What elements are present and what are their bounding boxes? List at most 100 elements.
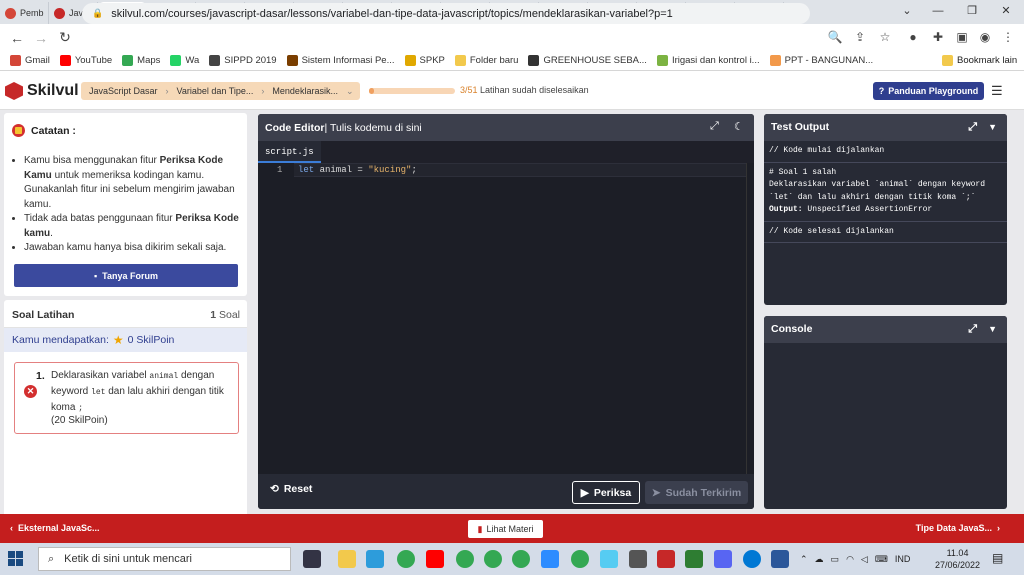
- puzzle-icon[interactable]: ✚: [929, 28, 947, 46]
- breadcrumb-lesson[interactable]: Variabel dan Tipe...: [169, 86, 262, 96]
- prev-lesson-link[interactable]: ‹ Eksternal JavaSc...: [10, 523, 100, 533]
- edge-icon[interactable]: [743, 550, 761, 568]
- chrome-icon[interactable]: [397, 550, 415, 568]
- playground-guide-button[interactable]: ? Panduan Playground: [873, 82, 984, 100]
- battery-icon[interactable]: ▭: [831, 554, 840, 565]
- bookmark-item[interactable]: YouTube: [59, 55, 112, 66]
- chat-icon: ▪: [93, 270, 98, 281]
- question-item[interactable]: ✕ 1. Deklarasikan variabel animal dengan…: [14, 362, 239, 434]
- bookmark-item[interactable]: GREENHOUSE SEBA...: [528, 55, 647, 66]
- bookmark-item[interactable]: Irigasi dan kontrol i...: [656, 55, 760, 66]
- code-identifier: animal =: [314, 165, 369, 175]
- skilvul-logo[interactable]: Skilvul: [5, 82, 79, 100]
- share-icon[interactable]: ⇪: [851, 28, 869, 46]
- system-tray: ⌃ ☁ ▭ ◠ ◁ ⌨ IND: [800, 543, 910, 575]
- bookmark-item[interactable]: Maps: [122, 55, 160, 66]
- expand-icon[interactable]: ⤢: [710, 120, 719, 133]
- volume-icon[interactable]: ◁: [861, 554, 868, 565]
- dark-mode-icon[interactable]: ☾: [734, 120, 744, 133]
- windows-start-icon[interactable]: [8, 551, 24, 567]
- language-indicator[interactable]: IND: [895, 554, 911, 564]
- chrome-icon-3[interactable]: [484, 550, 502, 568]
- expand-icon[interactable]: ⤢: [968, 316, 977, 343]
- bookmark-item[interactable]: SPKP: [404, 55, 445, 66]
- url-text[interactable]: skilvul.com/courses/javascript-dasar/les…: [111, 8, 673, 20]
- breadcrumb-topic[interactable]: Mendeklarasik...: [264, 86, 346, 96]
- clock[interactable]: 11.04 27/06/2022: [935, 547, 980, 571]
- extension-icon[interactable]: ●: [904, 28, 922, 46]
- code-input-area[interactable]: 1 let animal = "kucing";: [258, 163, 754, 474]
- discord-icon[interactable]: [714, 550, 732, 568]
- network-icon[interactable]: ◠: [846, 554, 854, 565]
- caret-down-icon[interactable]: ▼: [988, 114, 997, 141]
- reload-icon[interactable]: ↻: [53, 29, 77, 46]
- address-bar[interactable]: 🔒 skilvul.com/courses/javascript-dasar/l…: [82, 3, 810, 24]
- bookmark-favicon-icon: [528, 55, 540, 66]
- bookmark-favicon-icon: [286, 55, 298, 66]
- tab-label: Pemb: [20, 8, 44, 18]
- cloud-icon[interactable]: ☁: [815, 554, 824, 565]
- progress-fill: [369, 88, 375, 94]
- youtube-icon[interactable]: [426, 550, 444, 568]
- chevron-down-icon[interactable]: ⌄: [346, 86, 360, 97]
- bookmark-other[interactable]: Bookmark lain: [942, 55, 1017, 66]
- bookmark-item[interactable]: SIPPD 2019: [209, 55, 277, 66]
- editor-scrollbar[interactable]: [746, 163, 754, 474]
- check-code-button[interactable]: ▶ Periksa: [572, 481, 640, 504]
- zoom-app-icon[interactable]: [541, 550, 559, 568]
- hamburger-menu-icon[interactable]: ☰: [991, 83, 1003, 99]
- profile-avatar-icon[interactable]: ◉: [976, 28, 994, 46]
- caret-down-icon[interactable]: ▼: [988, 316, 997, 343]
- bookmark-item[interactable]: Folder baru: [454, 55, 518, 66]
- file-tab-script[interactable]: script.js: [258, 141, 321, 163]
- browser-tab[interactable]: Pemb: [0, 2, 49, 24]
- bookmark-label: PPT - BANGUNAN...: [784, 55, 874, 66]
- next-lesson-link[interactable]: Tipe Data JavaS... ›: [916, 523, 1000, 533]
- submitted-button[interactable]: ➤ Sudah Terkirim: [645, 481, 748, 504]
- bookmark-star-icon[interactable]: ☆: [876, 28, 894, 46]
- settings-icon[interactable]: [629, 550, 647, 568]
- file-explorer-icon[interactable]: [338, 550, 356, 568]
- play-icon: ▶: [580, 486, 589, 499]
- tab-favicon-icon: [54, 7, 65, 19]
- notes-app-icon[interactable]: [600, 550, 618, 568]
- prev-lesson-label: Eksternal JavaSc...: [18, 523, 100, 533]
- code-line[interactable]: let animal = "kucing";: [298, 165, 417, 175]
- close-window-icon[interactable]: ✕: [989, 0, 1023, 22]
- bookmark-item[interactable]: Sistem Informasi Pe...: [286, 55, 395, 66]
- menu-icon[interactable]: ⋮: [999, 28, 1017, 46]
- app-icon[interactable]: [685, 550, 703, 568]
- keyboard-icon[interactable]: ⌨: [875, 554, 888, 565]
- minimize-icon[interactable]: —: [921, 0, 955, 22]
- reset-icon: ⟲: [270, 483, 279, 495]
- bookmark-favicon-icon: [769, 55, 781, 66]
- note-text: Kamu bisa menggunakan fitur: [24, 155, 160, 166]
- ask-forum-button[interactable]: ▪ Tanya Forum: [14, 264, 238, 287]
- code-keyword: let: [298, 165, 315, 175]
- view-material-button[interactable]: ▮ Lihat Materi: [468, 520, 543, 538]
- chevron-up-icon[interactable]: ⌃: [800, 554, 808, 565]
- restore-icon[interactable]: ❐: [955, 0, 989, 22]
- chrome-icon-4[interactable]: [512, 550, 530, 568]
- sidepanel-icon[interactable]: ▣: [953, 28, 971, 46]
- forward-icon[interactable]: →: [29, 30, 53, 46]
- taskbar-search[interactable]: ⌕ Ketik di sini untuk mencari: [38, 547, 291, 571]
- tab-search-icon[interactable]: ⌄: [890, 0, 924, 22]
- bookmark-item[interactable]: Wa: [170, 55, 199, 66]
- back-icon[interactable]: ←: [5, 30, 29, 46]
- word-icon[interactable]: [771, 550, 789, 568]
- chrome-icon-2[interactable]: [456, 550, 474, 568]
- expand-icon[interactable]: ⤢: [968, 114, 977, 141]
- bookmark-item[interactable]: Gmail: [10, 55, 50, 66]
- store-icon[interactable]: [366, 550, 384, 568]
- notification-icon[interactable]: ▤: [992, 551, 1003, 565]
- bookmark-item[interactable]: PPT - BANGUNAN...: [769, 55, 874, 66]
- submitted-label: Sudah Terkirim: [665, 486, 742, 499]
- sketchup-icon[interactable]: [657, 550, 675, 568]
- task-view-icon[interactable]: [303, 550, 321, 568]
- zoom-icon[interactable]: 🔍: [826, 28, 844, 46]
- code-editor-panel: Code Editor | Tulis kodemu di sini ⤢ ☾ s…: [258, 114, 754, 509]
- chrome-icon-5[interactable]: [571, 550, 589, 568]
- reset-button[interactable]: ⟲ Reset: [270, 483, 312, 495]
- breadcrumb-course[interactable]: JavaScript Dasar: [81, 86, 166, 96]
